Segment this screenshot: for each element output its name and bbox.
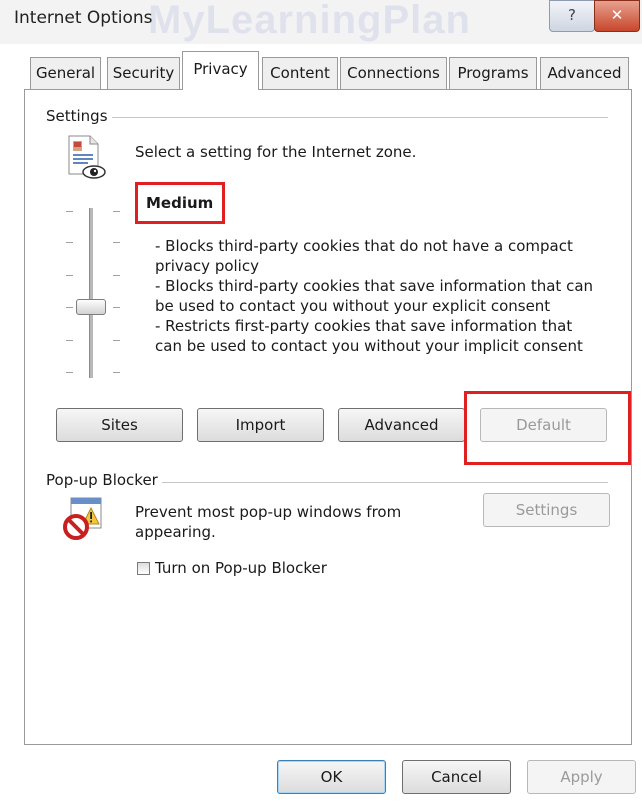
slider-tick (113, 340, 120, 341)
slider-tick (66, 340, 73, 341)
privacy-document-icon (66, 134, 106, 180)
slider-tick (66, 307, 73, 308)
description-line: be used to contact you without your expl… (155, 297, 551, 315)
default-highlight-box (464, 391, 631, 465)
import-button[interactable]: Import (197, 408, 324, 442)
slider-tick (66, 275, 73, 276)
popup-blocker-icon (62, 496, 104, 542)
popup-blocker-checkbox-label[interactable]: Turn on Pop-up Blocker (155, 559, 327, 577)
popup-description: Prevent most pop-up windows from appeari… (135, 502, 401, 542)
privacy-slider-thumb[interactable] (76, 299, 106, 315)
settings-group-label: Settings (46, 107, 112, 125)
advanced-settings-button[interactable]: Advanced (338, 408, 465, 442)
popup-group-label: Pop-up Blocker (46, 471, 162, 489)
slider-tick (113, 211, 120, 212)
description-line: - Blocks third-party cookies that save i… (155, 277, 594, 295)
description-line: - Restricts first-party cookies that sav… (155, 317, 573, 335)
description-line: privacy policy (155, 257, 259, 275)
description-line: can be used to contact you without your … (155, 337, 583, 355)
settings-instruction: Select a setting for the Internet zone. (135, 143, 417, 161)
popup-text-line: Prevent most pop-up windows from (135, 503, 402, 521)
slider-tick (66, 211, 73, 212)
settings-group-rule (48, 117, 608, 118)
slider-tick (113, 372, 120, 373)
privacy-level-label: Medium (146, 194, 214, 212)
slider-tick (113, 275, 120, 276)
description-line: - Blocks third-party cookies that do not… (155, 237, 573, 255)
popup-settings-button[interactable]: Settings (483, 493, 610, 527)
sites-button[interactable]: Sites (56, 408, 183, 442)
popup-blocker-checkbox[interactable] (137, 562, 150, 575)
privacy-level-description: - Blocks third-party cookies that do not… (155, 236, 595, 356)
privacy-slider-track[interactable] (89, 208, 93, 378)
slider-tick (113, 242, 120, 243)
slider-tick (66, 242, 73, 243)
slider-tick (66, 372, 73, 373)
slider-tick (113, 307, 120, 308)
popup-text-line: appearing. (135, 523, 216, 541)
